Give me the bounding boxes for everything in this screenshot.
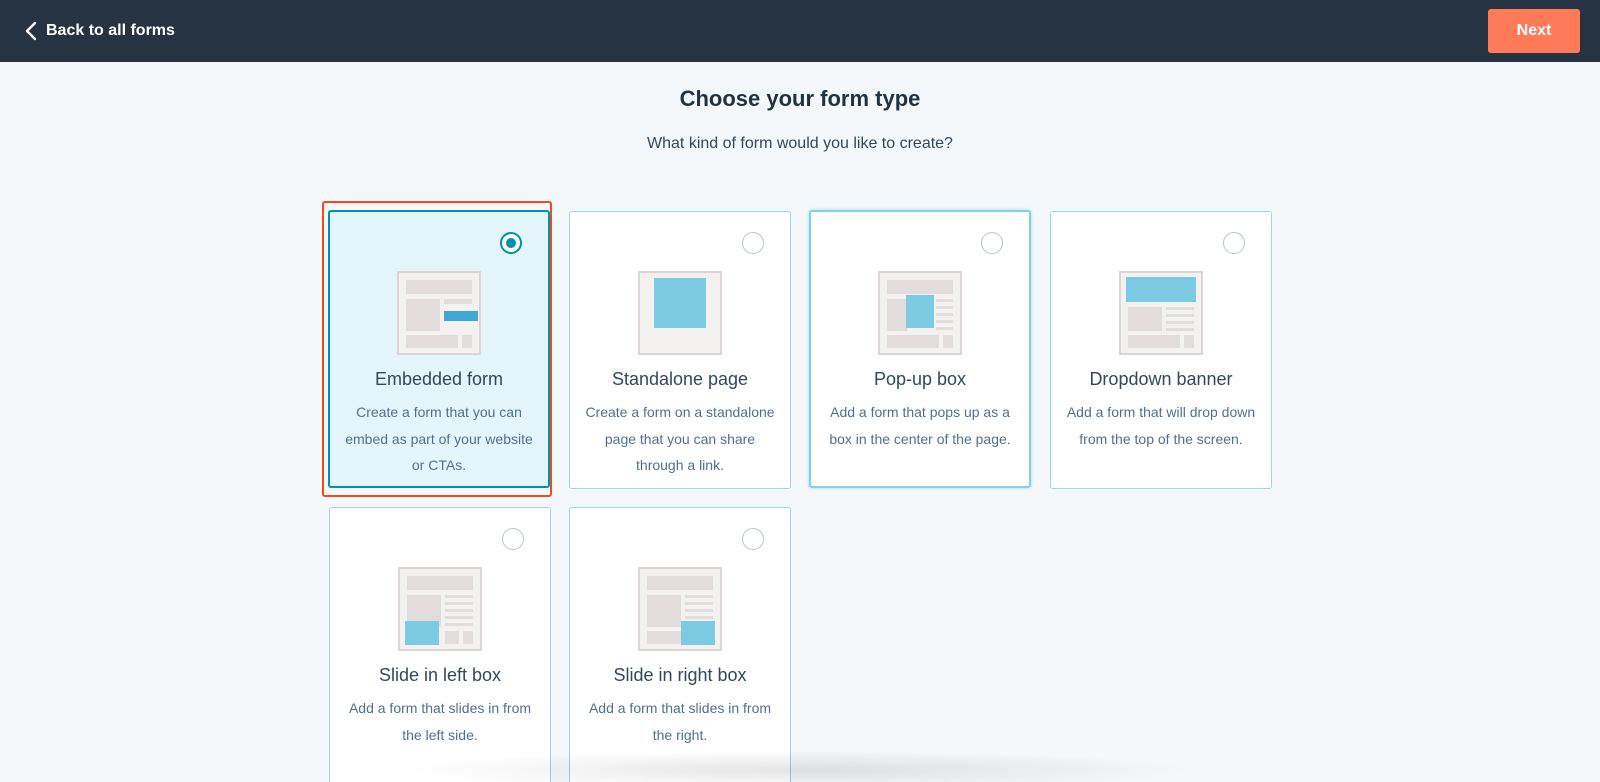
card-description: Add a form that slides in from the left … [348,700,532,743]
radio-popup[interactable] [981,232,1003,254]
page-subtitle: What kind of form would you like to crea… [647,135,953,152]
card-title: Standalone page [611,369,749,389]
radio-slide-left[interactable] [502,528,524,550]
top-navigation-bar: Back to all forms Next [0,0,1600,62]
card-description: Create a form that you can embed as part… [345,404,533,473]
card-title: Embedded form [374,369,504,389]
embedded-form-illustration-icon [397,271,481,355]
card-description: Create a form on a standalone page that … [585,404,775,473]
radio-slide-right[interactable] [742,528,764,550]
card-title: Slide in right box [613,665,747,685]
form-type-card-slide-right[interactable]: Slide in right box Add a form that slide… [569,507,791,782]
radio-embedded[interactable] [500,232,522,254]
card-description: Add a form that will drop down from the … [1066,404,1256,447]
radio-standalone[interactable] [742,232,764,254]
card-title: Pop-up box [873,369,967,389]
next-button[interactable]: Next [1488,9,1580,53]
back-link-label: Back to all forms [46,22,175,39]
form-type-card-slide-left[interactable]: Slide in left box Add a form that slides… [329,507,551,782]
radio-dropdown[interactable] [1223,232,1245,254]
form-type-card-standalone[interactable]: Standalone page Create a form on a stand… [569,211,791,489]
card-description: Add a form that pops up as a box in the … [829,404,1011,447]
standalone-page-illustration-icon [638,271,722,355]
dropdown-banner-illustration-icon [1119,271,1203,355]
popup-box-illustration-icon [878,271,962,355]
form-type-card-embedded[interactable]: Embedded form Create a form that you can… [328,210,550,488]
card-description: Add a form that slides in from the right… [588,700,772,743]
form-type-card-dropdown[interactable]: Dropdown banner Add a form that will dro… [1050,211,1272,489]
slide-in-right-illustration-icon [638,567,722,651]
card-title: Slide in left box [378,665,502,685]
chevron-left-icon [25,21,37,41]
form-type-card-popup[interactable]: Pop-up box Add a form that pops up as a … [809,210,1031,488]
page-title: Choose your form type [679,86,921,111]
slide-in-left-illustration-icon [398,567,482,651]
card-title: Dropdown banner [1089,369,1233,389]
back-to-all-forms-link[interactable]: Back to all forms [24,21,175,41]
